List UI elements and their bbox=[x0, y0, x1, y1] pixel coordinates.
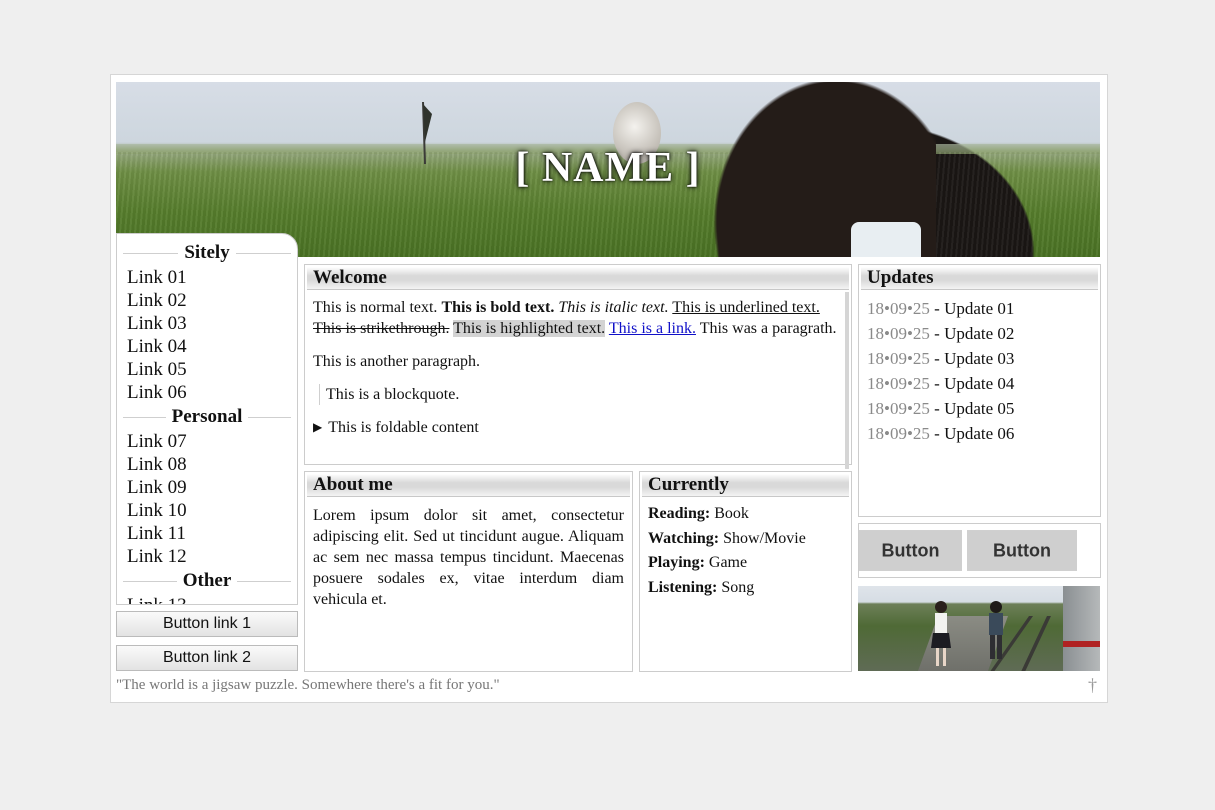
person-shirt bbox=[851, 222, 921, 257]
sidebar-link-07[interactable]: Link 07 bbox=[117, 430, 297, 453]
graphic-button-2[interactable]: Button bbox=[967, 530, 1077, 571]
inline-link[interactable]: This is a link. bbox=[609, 320, 696, 337]
currently-item-reading: Reading: Book bbox=[648, 505, 749, 522]
italic-text: This is italic text. bbox=[558, 299, 669, 316]
sidebar-heading-personal: Personal bbox=[123, 406, 291, 428]
site-title: [ NAME ] bbox=[515, 145, 701, 191]
dagger-icon[interactable]: † bbox=[1088, 675, 1097, 696]
currently-item-playing: Playing: Game bbox=[648, 554, 748, 571]
sidebar-nav[interactable]: Sitely Link 01 Link 02 Link 03 Link 04 L… bbox=[116, 233, 298, 605]
foldable-details[interactable]: ▶ This is foldable content bbox=[313, 417, 837, 438]
highlighted-text: This is highlighted text. bbox=[453, 320, 606, 337]
graphic-button-1[interactable]: Button bbox=[859, 530, 962, 571]
sidebar-heading-other: Other bbox=[123, 570, 291, 592]
second-paragraph: This is another paragraph. bbox=[313, 353, 481, 370]
sidebar-link-08[interactable]: Link 08 bbox=[117, 453, 297, 476]
button-link-1[interactable]: Button link 1 bbox=[116, 611, 298, 637]
sidebar-heading-sitely: Sitely bbox=[123, 242, 291, 264]
update-item: 18•09•25 - Update 02 bbox=[867, 324, 1015, 343]
footer-quote: "The world is a jigsaw puzzle. Somewhere… bbox=[116, 677, 500, 693]
strikethrough-text: This is strikethrough. bbox=[313, 320, 450, 337]
about-panel: About me Lorem ipsum dolor sit amet, con… bbox=[304, 471, 633, 672]
boy-figure bbox=[989, 601, 1003, 659]
update-item: 18•09•25 - Update 01 bbox=[867, 299, 1015, 318]
welcome-body[interactable]: This is normal text. This is bold text. … bbox=[305, 292, 849, 469]
update-item: 18•09•25 - Update 06 bbox=[867, 424, 1015, 443]
currently-item-watching: Watching: Show/Movie bbox=[648, 529, 806, 547]
sidebar-link-06[interactable]: Link 06 bbox=[117, 381, 297, 404]
foldable-summary[interactable]: This is foldable content bbox=[328, 417, 479, 438]
currently-panel: Currently Reading: Book Watching: Show/M… bbox=[639, 471, 852, 672]
about-text: Lorem ipsum dolor sit amet, consectetur … bbox=[313, 507, 624, 608]
train bbox=[1063, 586, 1100, 671]
disclosure-triangle-icon[interactable]: ▶ bbox=[313, 417, 322, 438]
currently-title: Currently bbox=[642, 474, 849, 497]
underlined-text: This is underlined text. bbox=[672, 299, 820, 316]
sidebar-link-09[interactable]: Link 09 bbox=[117, 476, 297, 499]
button-box: Button Button bbox=[858, 523, 1101, 578]
sidebar-link-10[interactable]: Link 10 bbox=[117, 499, 297, 522]
sidebar-link-04[interactable]: Link 04 bbox=[117, 335, 297, 358]
normal-text: This is normal text. bbox=[313, 299, 438, 316]
sidebar-link-03[interactable]: Link 03 bbox=[117, 312, 297, 335]
sidebar-link-02[interactable]: Link 02 bbox=[117, 289, 297, 312]
header-banner: [ NAME ] bbox=[116, 82, 1100, 257]
updates-panel: Updates 18•09•25 - Update 01 18•09•25 - … bbox=[858, 264, 1101, 517]
about-title: About me bbox=[307, 474, 630, 497]
update-item: 18•09•25 - Update 05 bbox=[867, 399, 1015, 418]
welcome-panel: Welcome This is normal text. This is bol… bbox=[304, 264, 852, 469]
sidebar-link-13[interactable]: Link 13 bbox=[117, 594, 297, 604]
blockquote: This is a blockquote. bbox=[319, 384, 837, 405]
currently-item-listening: Listening: Song bbox=[648, 578, 755, 596]
button-link-2[interactable]: Button link 2 bbox=[116, 645, 298, 671]
sidebar-link-11[interactable]: Link 11 bbox=[117, 522, 297, 545]
sidebar-link-05[interactable]: Link 05 bbox=[117, 358, 297, 381]
station-photo bbox=[858, 586, 1100, 671]
bold-text: This is bold text. bbox=[441, 299, 555, 316]
sidebar-link-12[interactable]: Link 12 bbox=[117, 545, 297, 568]
paragraph-tail: This was a paragrath. bbox=[699, 320, 837, 337]
update-item: 18•09•25 - Update 03 bbox=[867, 349, 1015, 368]
welcome-title: Welcome bbox=[307, 267, 849, 290]
girl-figure bbox=[931, 601, 951, 666]
sidebar-link-01[interactable]: Link 01 bbox=[117, 266, 297, 289]
update-item: 18•09•25 - Update 04 bbox=[867, 374, 1015, 393]
updates-title: Updates bbox=[861, 267, 1098, 290]
